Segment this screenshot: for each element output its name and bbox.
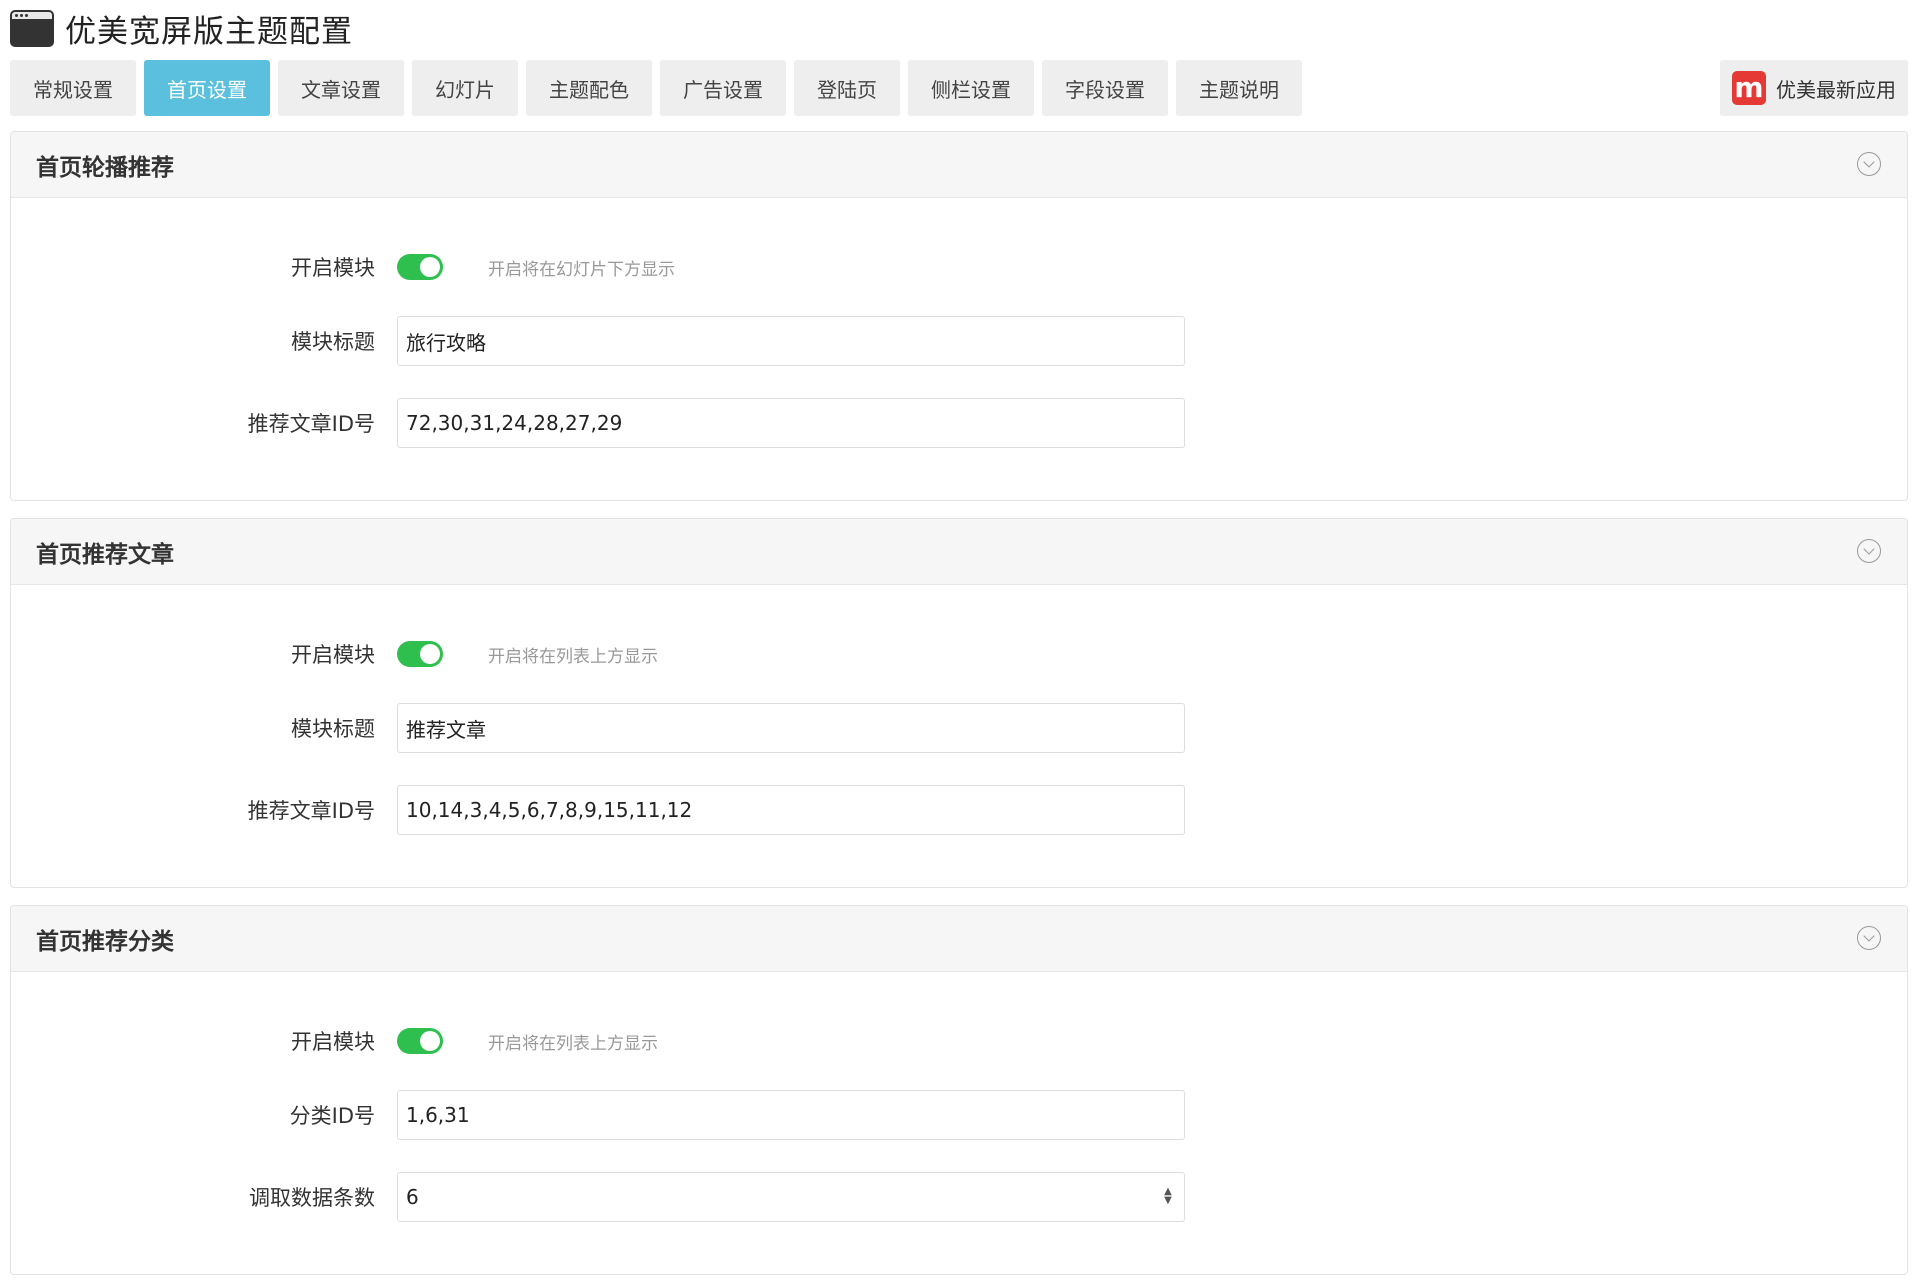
- tab-slideshow[interactable]: 幻灯片: [412, 60, 518, 116]
- enable-hint: 开启将在幻灯片下方显示: [488, 259, 675, 280]
- article-ids-row: 推荐文章ID号 72,30,31,24,28,27,29: [11, 398, 1907, 448]
- module-title-label: 模块标题: [291, 330, 375, 354]
- tab-login-page[interactable]: 登陆页: [794, 60, 900, 116]
- enable-hint: 开启将在列表上方显示: [488, 646, 658, 667]
- count-value: 6: [406, 1185, 419, 1209]
- enable-toggle[interactable]: [397, 254, 443, 280]
- chevron-down-circle-icon[interactable]: [1857, 152, 1881, 176]
- category-ids-input[interactable]: 1,6,31: [397, 1090, 1185, 1140]
- category-ids-row: 分类ID号 1,6,31: [11, 1090, 1907, 1140]
- module-title-row: 模块标题 推荐文章: [11, 703, 1907, 753]
- spinner-arrows-icon[interactable]: ▲ ▼: [1162, 1187, 1174, 1209]
- panel-recommended-articles: 首页推荐文章 开启模块 开启将在列表上方显示 模块标题 推荐文章 推荐文章ID号…: [10, 518, 1908, 888]
- module-title-label: 模块标题: [291, 717, 375, 741]
- article-ids-label: 推荐文章ID号: [247, 799, 375, 823]
- enable-row: 开启模块 开启将在列表上方显示: [11, 1016, 1907, 1066]
- panel-title: 首页推荐文章: [36, 541, 174, 568]
- count-label: 调取数据条数: [249, 1186, 375, 1210]
- chevron-down-circle-icon[interactable]: [1857, 926, 1881, 950]
- panel-header[interactable]: 首页推荐文章: [11, 519, 1907, 585]
- tab-theme-docs[interactable]: 主题说明: [1176, 60, 1302, 116]
- chevron-down-circle-icon[interactable]: [1857, 539, 1881, 563]
- enable-label: 开启模块: [291, 256, 375, 280]
- tab-article[interactable]: 文章设置: [278, 60, 404, 116]
- article-ids-label: 推荐文章ID号: [247, 412, 375, 436]
- tab-homepage[interactable]: 首页设置: [144, 60, 270, 116]
- panel-title: 首页轮播推荐: [36, 154, 174, 181]
- enable-row: 开启模块 开启将在幻灯片下方显示: [11, 242, 1907, 292]
- article-ids-input[interactable]: 10,14,3,4,5,6,7,8,9,15,11,12: [397, 785, 1185, 835]
- article-ids-row: 推荐文章ID号 10,14,3,4,5,6,7,8,9,15,11,12: [11, 785, 1907, 835]
- category-ids-label: 分类ID号: [289, 1104, 375, 1128]
- count-number-input[interactable]: 6 ▲ ▼: [397, 1172, 1185, 1222]
- panel-recommended-categories: 首页推荐分类 开启模块 开启将在列表上方显示 分类ID号 1,6,31 调取数据…: [10, 905, 1908, 1275]
- settings-tabs: 常规设置 首页设置 文章设置 幻灯片 主题配色 广告设置 登陆页 侧栏设置 字段…: [10, 60, 1302, 116]
- module-title-input[interactable]: 旅行攻略: [397, 316, 1185, 366]
- page-title: 优美宽屏版主题配置: [65, 13, 353, 50]
- module-title-row: 模块标题 旅行攻略: [11, 316, 1907, 366]
- enable-row: 开启模块 开启将在列表上方显示: [11, 629, 1907, 679]
- count-row: 调取数据条数 6 ▲ ▼: [11, 1172, 1907, 1222]
- enable-toggle[interactable]: [397, 1028, 443, 1054]
- enable-toggle[interactable]: [397, 641, 443, 667]
- enable-hint: 开启将在列表上方显示: [488, 1033, 658, 1054]
- module-title-input[interactable]: 推荐文章: [397, 703, 1185, 753]
- enable-label: 开启模块: [291, 643, 375, 667]
- panel-header[interactable]: 首页推荐分类: [11, 906, 1907, 972]
- tab-sidebar[interactable]: 侧栏设置: [908, 60, 1034, 116]
- brand-logo-icon: m: [1732, 71, 1766, 105]
- page-header: 优美宽屏版主题配置: [10, 6, 353, 50]
- tab-general[interactable]: 常规设置: [10, 60, 136, 116]
- enable-label: 开启模块: [291, 1030, 375, 1054]
- article-ids-input[interactable]: 72,30,31,24,28,27,29: [397, 398, 1185, 448]
- latest-apps-label: 优美最新应用: [1776, 77, 1896, 102]
- panel-title: 首页推荐分类: [36, 928, 174, 955]
- panel-carousel-recommend: 首页轮播推荐 开启模块 开启将在幻灯片下方显示 模块标题 旅行攻略 推荐文章ID…: [10, 131, 1908, 501]
- tab-theme-colors[interactable]: 主题配色: [526, 60, 652, 116]
- tab-fields[interactable]: 字段设置: [1042, 60, 1168, 116]
- latest-apps-button[interactable]: m 优美最新应用: [1720, 60, 1908, 116]
- panel-header[interactable]: 首页轮播推荐: [11, 132, 1907, 198]
- window-icon: [10, 9, 54, 47]
- tab-ads[interactable]: 广告设置: [660, 60, 786, 116]
